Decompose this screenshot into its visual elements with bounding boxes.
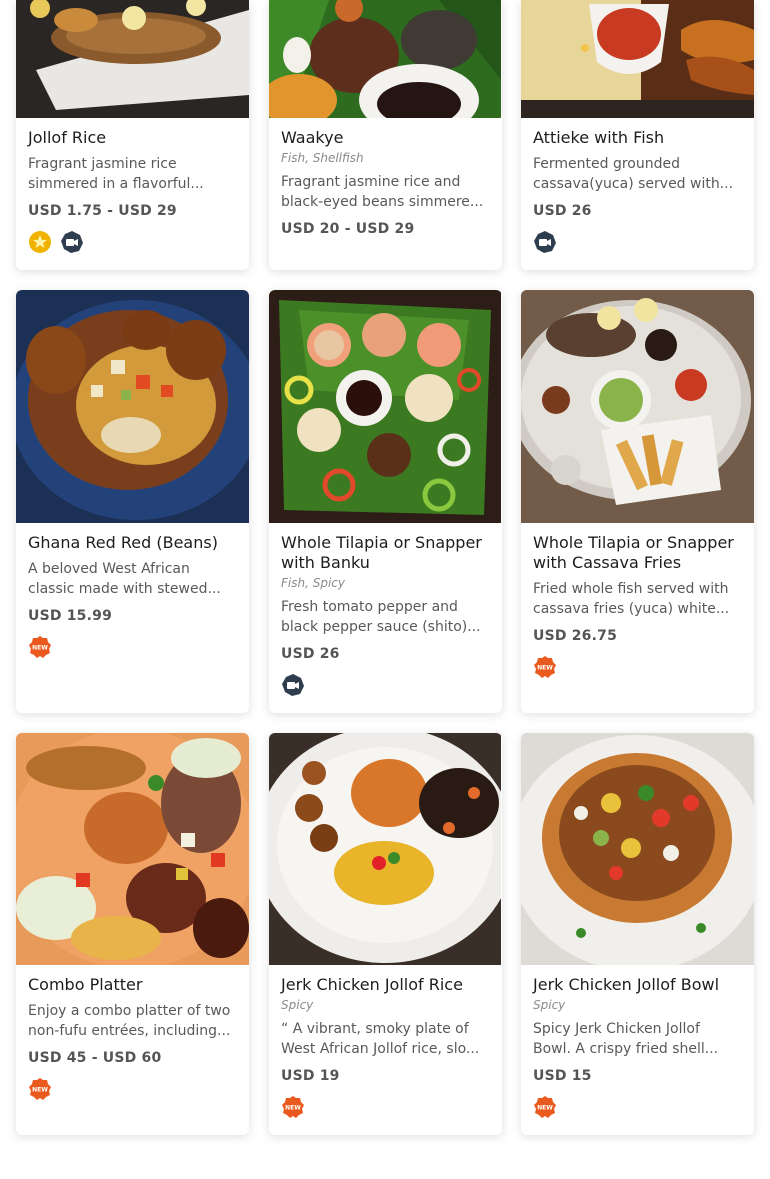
- item-name: Whole Tilapia or Snapper with Cassava Fr…: [533, 533, 734, 572]
- video-badge-icon: [533, 230, 557, 254]
- item-price: USD 1.75 - USD 29: [28, 203, 177, 219]
- item-description: Spicy Jerk Chicken Jollof Bowl. A crispy…: [533, 1021, 719, 1057]
- item-description: Fried whole fish served with cassava fri…: [533, 581, 730, 617]
- item-price: USD 15: [533, 1068, 592, 1084]
- svg-text:NEW: NEW: [537, 1105, 553, 1112]
- new-badge-icon: NEW: [533, 655, 557, 679]
- item-description: Fragrant jasmine rice and black-eyed bea…: [281, 174, 484, 210]
- food-photo: [269, 733, 502, 965]
- food-photo: [521, 733, 754, 965]
- star-badge-icon: [28, 230, 52, 254]
- item-name: Jollof Rice: [28, 128, 107, 147]
- item-description: “ A vibrant, smoky plate of West African…: [281, 1021, 480, 1057]
- item-price: USD 26: [533, 203, 592, 219]
- svg-text:NEW: NEW: [537, 665, 553, 672]
- svg-text:NEW: NEW: [32, 1087, 48, 1094]
- item-name: Combo Platter: [28, 975, 143, 994]
- food-photo: [269, 0, 502, 118]
- item-tags: Fish, Spicy: [281, 576, 345, 590]
- item-price: USD 45 - USD 60: [28, 1050, 162, 1066]
- item-price: USD 26: [281, 646, 340, 662]
- food-photo: [269, 290, 502, 523]
- food-photo: [16, 290, 249, 523]
- video-badge-icon: [60, 230, 84, 254]
- menu-item-card[interactable]: Whole Tilapia or Snapper with Banku Fish…: [269, 290, 502, 713]
- item-tags: Fish, Shellfish: [281, 151, 364, 165]
- svg-text:NEW: NEW: [32, 645, 48, 652]
- menu-item-card[interactable]: Jerk Chicken Jollof Bowl Spicy Spicy Jer…: [521, 733, 754, 1135]
- item-name: Ghana Red Red (Beans): [28, 533, 218, 552]
- item-description: Fresh tomato pepper and black pepper sau…: [281, 599, 481, 635]
- item-name: Jerk Chicken Jollof Rice: [281, 975, 463, 994]
- food-photo: [521, 0, 754, 118]
- item-price: USD 19: [281, 1068, 340, 1084]
- new-badge-icon: NEW: [533, 1095, 557, 1119]
- food-photo: [16, 0, 249, 118]
- item-description: Enjoy a combo platter of two non-fufu en…: [28, 1003, 231, 1039]
- item-price: USD 15.99: [28, 608, 113, 624]
- menu-item-card[interactable]: Jerk Chicken Jollof Rice Spicy “ A vibra…: [269, 733, 502, 1135]
- menu-item-card[interactable]: Whole Tilapia or Snapper with Cassava Fr…: [521, 290, 754, 713]
- menu-item-card[interactable]: Ghana Red Red (Beans) A beloved West Afr…: [16, 290, 249, 713]
- svg-text:NEW: NEW: [285, 1105, 301, 1112]
- item-description: A beloved West African classic made with…: [28, 561, 221, 597]
- item-price: USD 26.75: [533, 628, 618, 644]
- new-badge-icon: NEW: [28, 635, 52, 659]
- new-badge-icon: NEW: [28, 1077, 52, 1101]
- food-photo: [521, 290, 754, 523]
- new-badge-icon: NEW: [281, 1095, 305, 1119]
- item-tags: Spicy: [533, 998, 566, 1012]
- item-description: Fragrant jasmine rice simmered in a flav…: [28, 156, 204, 192]
- item-price: USD 20 - USD 29: [281, 221, 415, 237]
- item-name: Whole Tilapia or Snapper with Banku: [281, 533, 482, 572]
- item-name: Waakye: [281, 128, 344, 147]
- item-name: Attieke with Fish: [533, 128, 665, 147]
- item-name: Jerk Chicken Jollof Bowl: [533, 975, 720, 994]
- menu-item-card[interactable]: Combo Platter Enjoy a combo platter of t…: [16, 733, 249, 1135]
- menu-item-card[interactable]: Waakye Fish, Shellfish Fragrant jasmine …: [269, 0, 502, 270]
- menu-item-card[interactable]: Attieke with Fish Fermented grounded cas…: [521, 0, 754, 270]
- video-badge-icon: [281, 673, 305, 697]
- item-tags: Spicy: [281, 998, 314, 1012]
- food-photo: [16, 733, 249, 965]
- item-description: Fermented grounded cassava(yuca) served …: [533, 156, 734, 192]
- menu-item-card[interactable]: Jollof Rice Fragrant jasmine rice simmer…: [16, 0, 249, 270]
